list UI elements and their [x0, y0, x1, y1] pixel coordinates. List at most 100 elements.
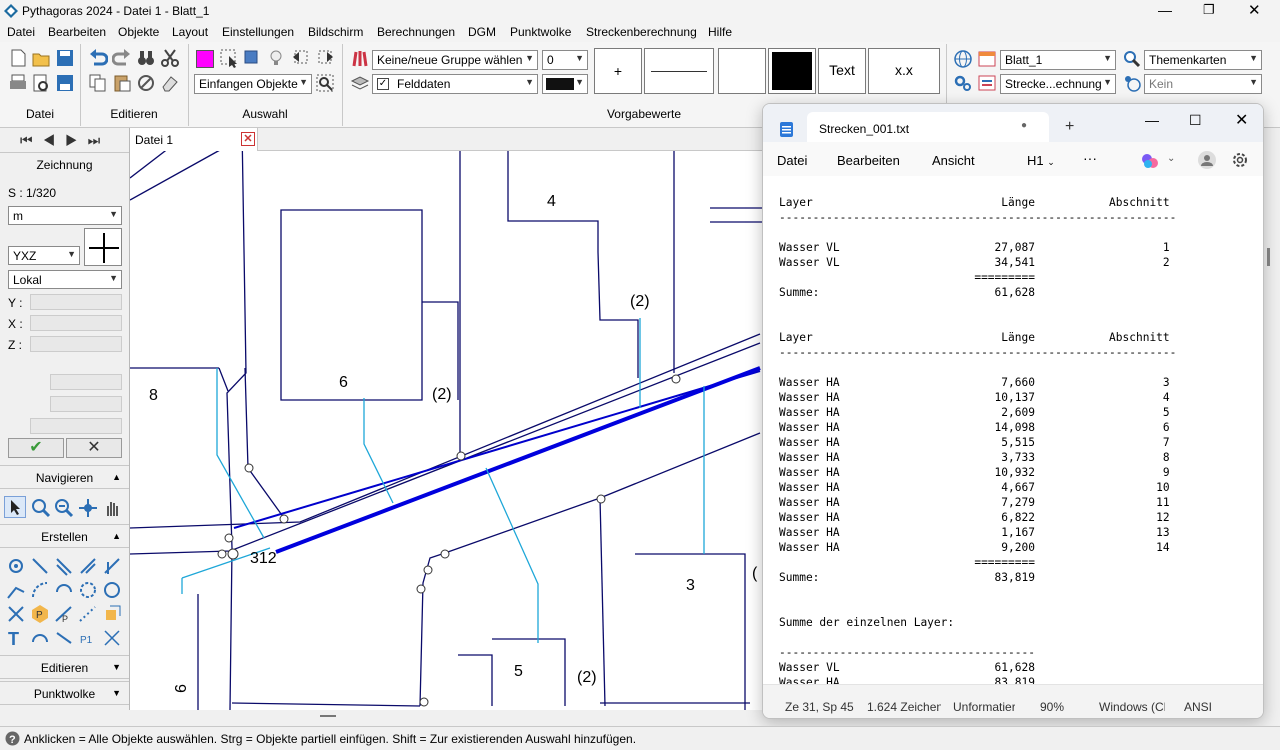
menu-hilfe[interactable]: Hilfe — [708, 25, 732, 39]
pencils-icon[interactable] — [350, 48, 370, 68]
print-preview-icon[interactable] — [31, 73, 51, 93]
fill-white-button[interactable] — [718, 48, 766, 94]
np-menu-bearbeiten[interactable]: Bearbeiten — [837, 153, 900, 168]
copy-icon[interactable] — [88, 73, 108, 93]
maximize-button[interactable]: ☐ — [1189, 112, 1202, 129]
account-icon[interactable] — [1197, 150, 1217, 170]
menu-streckenberechnung[interactable]: Streckenberechnung — [586, 25, 697, 39]
pan-icon[interactable] — [78, 498, 98, 518]
axis-combo[interactable]: YXZ ▼ — [8, 246, 80, 265]
circle-tool-icon[interactable] — [78, 580, 98, 600]
new-file-icon[interactable] — [8, 48, 28, 68]
zoom-select-icon[interactable] — [315, 73, 335, 93]
layers-icon[interactable] — [350, 73, 370, 93]
redo-icon[interactable] — [112, 48, 132, 68]
restore-button[interactable]: ❐ — [1203, 2, 1215, 18]
line-style-button[interactable] — [644, 48, 714, 94]
extra-field-3[interactable] — [30, 418, 122, 434]
print-icon[interactable] — [8, 73, 28, 93]
section-navigieren[interactable]: Navigieren ▲ — [0, 465, 129, 489]
unit-combo[interactable]: m ▼ — [8, 206, 122, 225]
kein-combo[interactable]: Kein ▼ — [1144, 74, 1262, 94]
theme-search-icon[interactable] — [1122, 49, 1142, 69]
save-icon[interactable] — [55, 48, 75, 68]
menu-datei[interactable]: Datei — [7, 25, 35, 39]
cancel-x-icon[interactable]: ✕ — [66, 438, 122, 458]
select-lightbulb-icon[interactable] — [266, 48, 286, 68]
select-forward-icon[interactable] — [315, 48, 335, 68]
close-tab-icon[interactable]: ✕ — [241, 132, 255, 146]
coord-system-combo[interactable]: Lokal ▼ — [8, 270, 122, 289]
map-canvas[interactable]: 4 (2) 6 (2) 8 312 3 5 (2) 9 ( — [130, 128, 762, 710]
x-field[interactable] — [30, 315, 122, 331]
section-erstellen[interactable]: Erstellen ▲ — [0, 524, 129, 548]
text-style-button[interactable]: Text — [818, 48, 866, 94]
gruppe-combo[interactable]: Keine/neue Gruppe wählen ▼ — [372, 50, 538, 70]
globe-icon[interactable] — [953, 49, 973, 69]
new-tab-button[interactable]: + — [1065, 118, 1074, 136]
open-folder-icon[interactable] — [31, 48, 51, 68]
dimension-tool-icon[interactable] — [54, 628, 74, 648]
globe-settings-icon[interactable] — [1122, 73, 1142, 93]
paste-icon[interactable] — [112, 73, 132, 93]
np-menu-ansicht[interactable]: Ansicht — [932, 153, 975, 168]
hatch-tool-icon[interactable] — [102, 628, 122, 648]
p-line-tool-icon[interactable]: P — [54, 604, 74, 624]
auswahl-combo[interactable]: Einfangen Objekte ▼ — [194, 74, 312, 94]
section-editieren[interactable]: Editieren ▼ — [0, 655, 129, 679]
copilot-icon[interactable] — [1141, 153, 1159, 169]
close-button[interactable]: ✕ — [1235, 110, 1248, 130]
binoculars-icon[interactable] — [136, 48, 156, 68]
point-symbol-button[interactable]: + — [594, 48, 642, 94]
minimize-button[interactable]: — — [1158, 2, 1172, 18]
color-combo[interactable]: ▼ — [542, 74, 588, 94]
menu-bearbeiten[interactable]: Bearbeiten — [48, 25, 106, 39]
polyline-tool-icon[interactable] — [6, 580, 26, 600]
eraser-icon[interactable] — [160, 73, 180, 93]
felddaten-checkbox[interactable]: ✓ — [377, 78, 389, 90]
arc-tool-icon[interactable] — [30, 580, 50, 600]
double-line-tool-icon[interactable] — [78, 556, 98, 576]
help-icon[interactable]: ? — [5, 731, 20, 746]
record-navigation[interactable]: ⏮◀▶⏭ — [20, 132, 110, 149]
chevron-down-icon[interactable]: ⌄ — [1167, 153, 1175, 164]
notepad-text-area[interactable]: Layer Länge Abschnitt -------------------… — [763, 176, 1263, 684]
undo-icon[interactable] — [88, 48, 108, 68]
save-as-icon[interactable] — [55, 73, 75, 93]
circle-center-tool-icon[interactable] — [102, 580, 122, 600]
document-tab[interactable]: Datei 1 ✕ — [130, 128, 258, 151]
scroll-grip[interactable] — [320, 715, 336, 717]
np-menu-datei[interactable]: Datei — [777, 153, 807, 168]
cross-section-tool-icon[interactable] — [6, 604, 26, 624]
gears-icon[interactable] — [953, 73, 973, 93]
arc-text-tool-icon[interactable] — [30, 628, 50, 648]
arc3p-tool-icon[interactable] — [54, 580, 74, 600]
section-punktwolke[interactable]: Punktwolke ▼ — [0, 681, 129, 705]
extra-field-2[interactable] — [50, 396, 122, 412]
calc-sheet-icon[interactable] — [977, 73, 997, 93]
y-field[interactable] — [30, 294, 122, 310]
themenkarten-combo[interactable]: Themenkarten ▼ — [1144, 50, 1262, 70]
perpendicular-tool-icon[interactable] — [102, 556, 122, 576]
more-options-icon[interactable]: ··· — [1083, 150, 1097, 166]
zoom-out-icon[interactable] — [54, 498, 74, 518]
color-swatch-button[interactable] — [196, 50, 214, 68]
strecken-combo[interactable]: Strecke...echnung ▼ — [1000, 74, 1116, 94]
pointer-tool-icon[interactable] — [4, 496, 26, 518]
menu-dgm[interactable]: DGM — [468, 25, 496, 39]
symbol-tool-icon[interactable] — [102, 604, 122, 624]
brush-icon[interactable] — [136, 73, 156, 93]
number-combo[interactable]: 0 ▼ — [542, 50, 588, 70]
vertical-scroll-thumb[interactable] — [1267, 248, 1270, 266]
select-back-icon[interactable] — [291, 48, 311, 68]
menu-berechnungen[interactable]: Berechnungen — [377, 25, 455, 39]
confirm-check-icon[interactable]: ✔ — [8, 438, 64, 458]
parallel-line-tool-icon[interactable] — [54, 556, 74, 576]
map-drawing[interactable]: 4 (2) 6 (2) 8 312 3 5 (2) 9 ( — [130, 128, 762, 710]
notepad-tab[interactable]: Strecken_001.txt ● — [807, 112, 1049, 142]
felddaten-combo[interactable]: ✓ Felddaten ▼ — [372, 74, 538, 94]
menu-objekte[interactable]: Objekte — [118, 25, 159, 39]
heading-dropdown[interactable]: H1 ⌄ — [1027, 153, 1055, 168]
p1-label-tool-icon[interactable]: P1 — [78, 628, 98, 648]
number-format-button[interactable]: x.x — [868, 48, 940, 94]
